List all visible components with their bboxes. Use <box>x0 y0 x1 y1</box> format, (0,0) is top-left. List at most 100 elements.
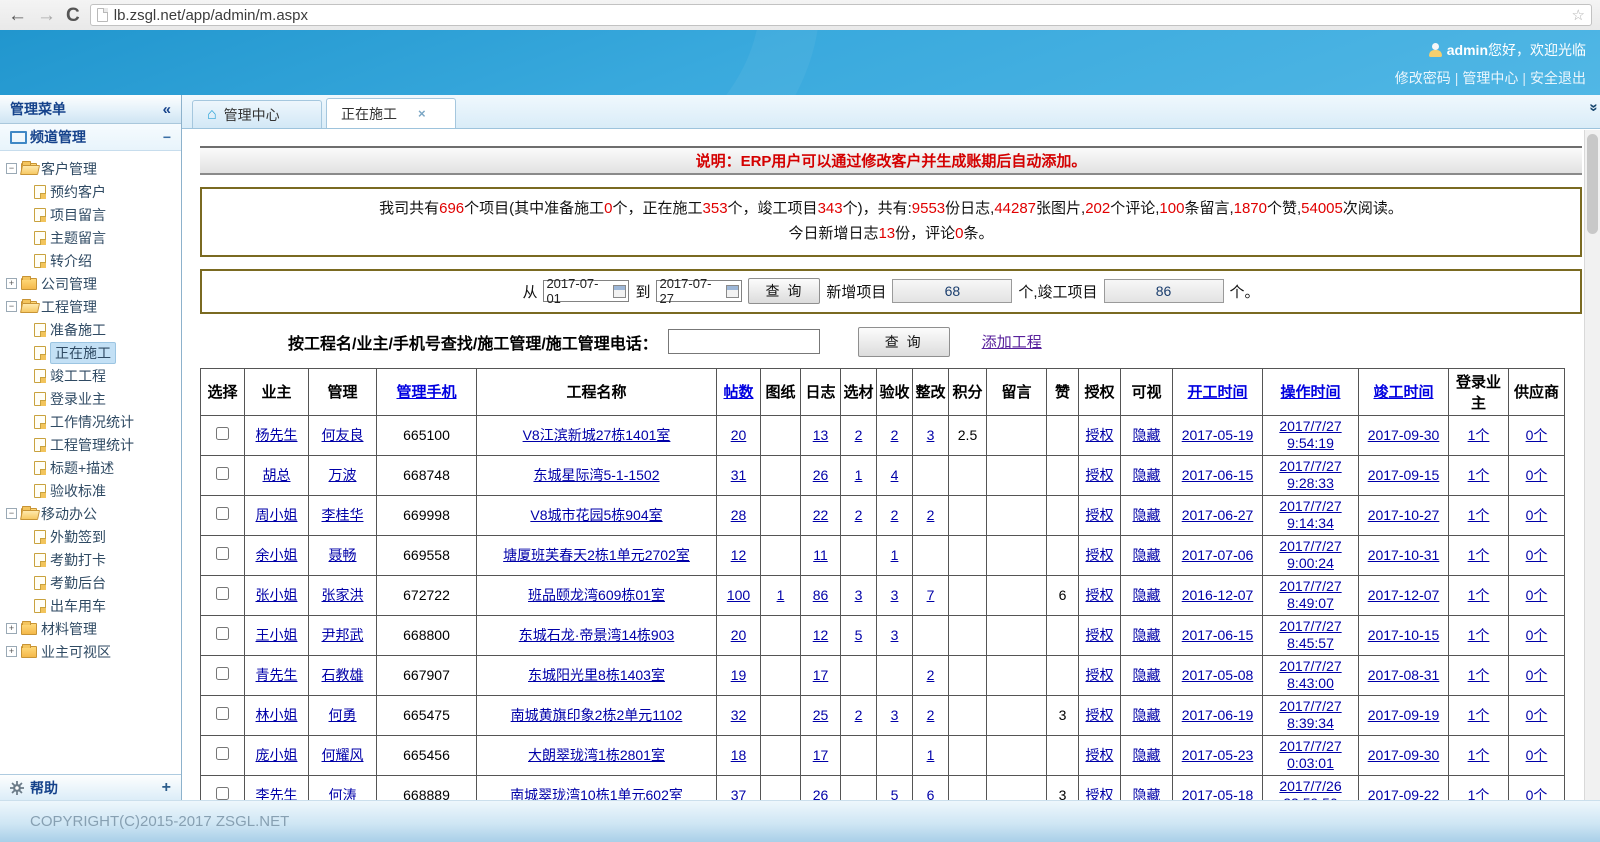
cell-link[interactable]: 2017-07-06 <box>1182 547 1254 563</box>
cell-link[interactable]: 东城石龙·帝景湾14栋903 <box>519 627 675 643</box>
cell-link[interactable]: 2 <box>855 707 863 723</box>
tab-close-icon[interactable]: × <box>418 106 426 121</box>
cell-link[interactable]: 王小姐 <box>256 627 298 643</box>
search-input[interactable] <box>668 329 820 354</box>
cell-link[interactable]: 张小姐 <box>256 587 298 603</box>
cell-link[interactable]: 4 <box>891 467 899 483</box>
tree-expander-icon[interactable]: − <box>6 163 17 174</box>
column-header-finish[interactable]: 竣工时间 <box>1359 368 1449 415</box>
cell-link[interactable]: 杨先生 <box>256 427 298 443</box>
forward-icon[interactable]: → <box>37 6 56 25</box>
cell-link[interactable]: 授权 <box>1086 427 1114 443</box>
cell-link[interactable]: 13 <box>813 427 829 443</box>
cell-link[interactable]: 19 <box>731 667 747 683</box>
cell-link[interactable]: 17 <box>813 667 829 683</box>
sidebar-item-项目留言[interactable]: 项目留言 <box>4 203 177 226</box>
sidebar-section-channel[interactable]: 频道管理 − <box>0 124 181 151</box>
cell-link[interactable]: 12 <box>731 547 747 563</box>
cell-link[interactable]: 5 <box>891 787 899 800</box>
cell-link[interactable]: 0个 <box>1526 587 1548 603</box>
cell-link[interactable]: V8城市花园5栋904室 <box>530 507 662 523</box>
section-collapse-icon[interactable]: − <box>163 129 171 145</box>
cell-link[interactable]: 1 <box>855 467 863 483</box>
cell-link[interactable]: 2017-09-15 <box>1368 467 1440 483</box>
cell-link[interactable]: 石教雄 <box>322 667 364 683</box>
add-project-link[interactable]: 添加工程 <box>982 331 1042 352</box>
cell-link[interactable]: 1个 <box>1468 507 1490 523</box>
cell-link[interactable]: 2017/7/27 9:00:24 <box>1279 538 1341 572</box>
sidebar-item-工程管理统计[interactable]: 工程管理统计 <box>4 433 177 456</box>
cell-link[interactable]: 0个 <box>1526 707 1548 723</box>
cell-link[interactable]: 授权 <box>1086 667 1114 683</box>
cell-link[interactable]: 南城翠珑湾10栋1单元602室 <box>510 787 683 800</box>
tree-expander-icon[interactable]: − <box>6 508 17 519</box>
cell-link[interactable]: 授权 <box>1086 467 1114 483</box>
row-select-checkbox[interactable] <box>216 427 229 440</box>
refresh-icon[interactable]: C <box>66 6 80 25</box>
cell-link[interactable]: 2 <box>927 507 935 523</box>
sidebar-item-出车用车[interactable]: 出车用车 <box>4 594 177 617</box>
cell-link[interactable]: 0个 <box>1526 427 1548 443</box>
cell-link[interactable]: 1个 <box>1468 667 1490 683</box>
column-header-optime[interactable]: 操作时间 <box>1263 368 1359 415</box>
cell-link[interactable]: 2017/7/27 0:03:01 <box>1279 738 1341 772</box>
row-select-checkbox[interactable] <box>216 547 229 560</box>
cell-link[interactable]: 0个 <box>1526 747 1548 763</box>
cell-link[interactable]: 隐藏 <box>1133 707 1161 723</box>
bookmark-star-icon[interactable]: ☆ <box>1572 6 1585 24</box>
cell-link[interactable]: 庞小姐 <box>256 747 298 763</box>
column-header-link[interactable]: 操作时间 <box>1280 384 1340 401</box>
cell-link[interactable]: 南城黄旗印象2栋2单元1102 <box>511 707 683 723</box>
row-select-checkbox[interactable] <box>216 787 229 800</box>
cell-link[interactable]: 周小姐 <box>256 507 298 523</box>
cell-link[interactable]: 3 <box>891 627 899 643</box>
cell-link[interactable]: 0个 <box>1526 507 1548 523</box>
sidebar-item-竣工工程[interactable]: 竣工工程 <box>4 364 177 387</box>
cell-link[interactable]: 2017-05-19 <box>1182 427 1254 443</box>
cell-link[interactable]: 1 <box>927 747 935 763</box>
tree-expander-icon[interactable]: + <box>6 646 17 657</box>
scrollbar-thumb[interactable] <box>1587 134 1598 234</box>
cell-link[interactable]: 2016-12-07 <box>1182 587 1254 603</box>
cell-link[interactable]: 6 <box>927 787 935 800</box>
cell-link[interactable]: 1个 <box>1468 587 1490 603</box>
sidebar-item-标题+描述[interactable]: 标题+描述 <box>4 456 177 479</box>
sidebar-item-业主可视区[interactable]: +业主可视区 <box>4 640 177 663</box>
sidebar-item-移动办公[interactable]: −移动办公 <box>4 502 177 525</box>
cell-link[interactable]: 2017/7/27 9:54:19 <box>1279 418 1341 452</box>
cell-link[interactable]: 2017-09-22 <box>1368 787 1440 800</box>
cell-link[interactable]: 2017/7/26 23:59:50 <box>1279 778 1341 801</box>
cell-link[interactable]: 20 <box>731 427 747 443</box>
cell-link[interactable]: 86 <box>813 587 829 603</box>
cell-link[interactable]: 1个 <box>1468 627 1490 643</box>
cell-link[interactable]: 0个 <box>1526 547 1548 563</box>
cell-link[interactable]: 隐藏 <box>1133 747 1161 763</box>
sidebar-item-考勤后台[interactable]: 考勤后台 <box>4 571 177 594</box>
cell-link[interactable]: 0个 <box>1526 667 1548 683</box>
cell-link[interactable]: 0个 <box>1526 787 1548 800</box>
tab-管理中心[interactable]: ⌂管理中心 <box>192 100 322 128</box>
cell-link[interactable]: 2017-05-08 <box>1182 667 1254 683</box>
column-header-posts[interactable]: 帖数 <box>717 368 761 415</box>
cell-link[interactable]: 授权 <box>1086 787 1114 800</box>
tab-正在施工[interactable]: 正在施工× <box>326 98 456 128</box>
cell-link[interactable]: 李桂华 <box>322 507 364 523</box>
cell-link[interactable]: 授权 <box>1086 747 1114 763</box>
cell-link[interactable]: 11 <box>813 547 828 563</box>
cell-link[interactable]: 2017-06-15 <box>1182 627 1254 643</box>
cell-link[interactable]: 1个 <box>1468 467 1490 483</box>
sidebar-item-考勤打卡[interactable]: 考勤打卡 <box>4 548 177 571</box>
cell-link[interactable]: 何涛 <box>329 787 357 800</box>
cell-link[interactable]: 大朗翠珑湾1栋2801室 <box>528 747 665 763</box>
help-expand-icon[interactable]: + <box>162 779 171 797</box>
row-select-checkbox[interactable] <box>216 627 229 640</box>
sidebar-item-客户管理[interactable]: −客户管理 <box>4 157 177 180</box>
cell-link[interactable]: 何勇 <box>329 707 357 723</box>
cell-link[interactable]: 2017/7/27 9:14:34 <box>1279 498 1341 532</box>
date-to-input[interactable]: 2017-07-27 <box>656 280 742 302</box>
row-select-checkbox[interactable] <box>216 707 229 720</box>
cell-link[interactable]: 2017-06-27 <box>1182 507 1254 523</box>
cell-link[interactable]: 28 <box>731 507 747 523</box>
cell-link[interactable]: 2 <box>927 707 935 723</box>
cell-link[interactable]: 授权 <box>1086 547 1114 563</box>
